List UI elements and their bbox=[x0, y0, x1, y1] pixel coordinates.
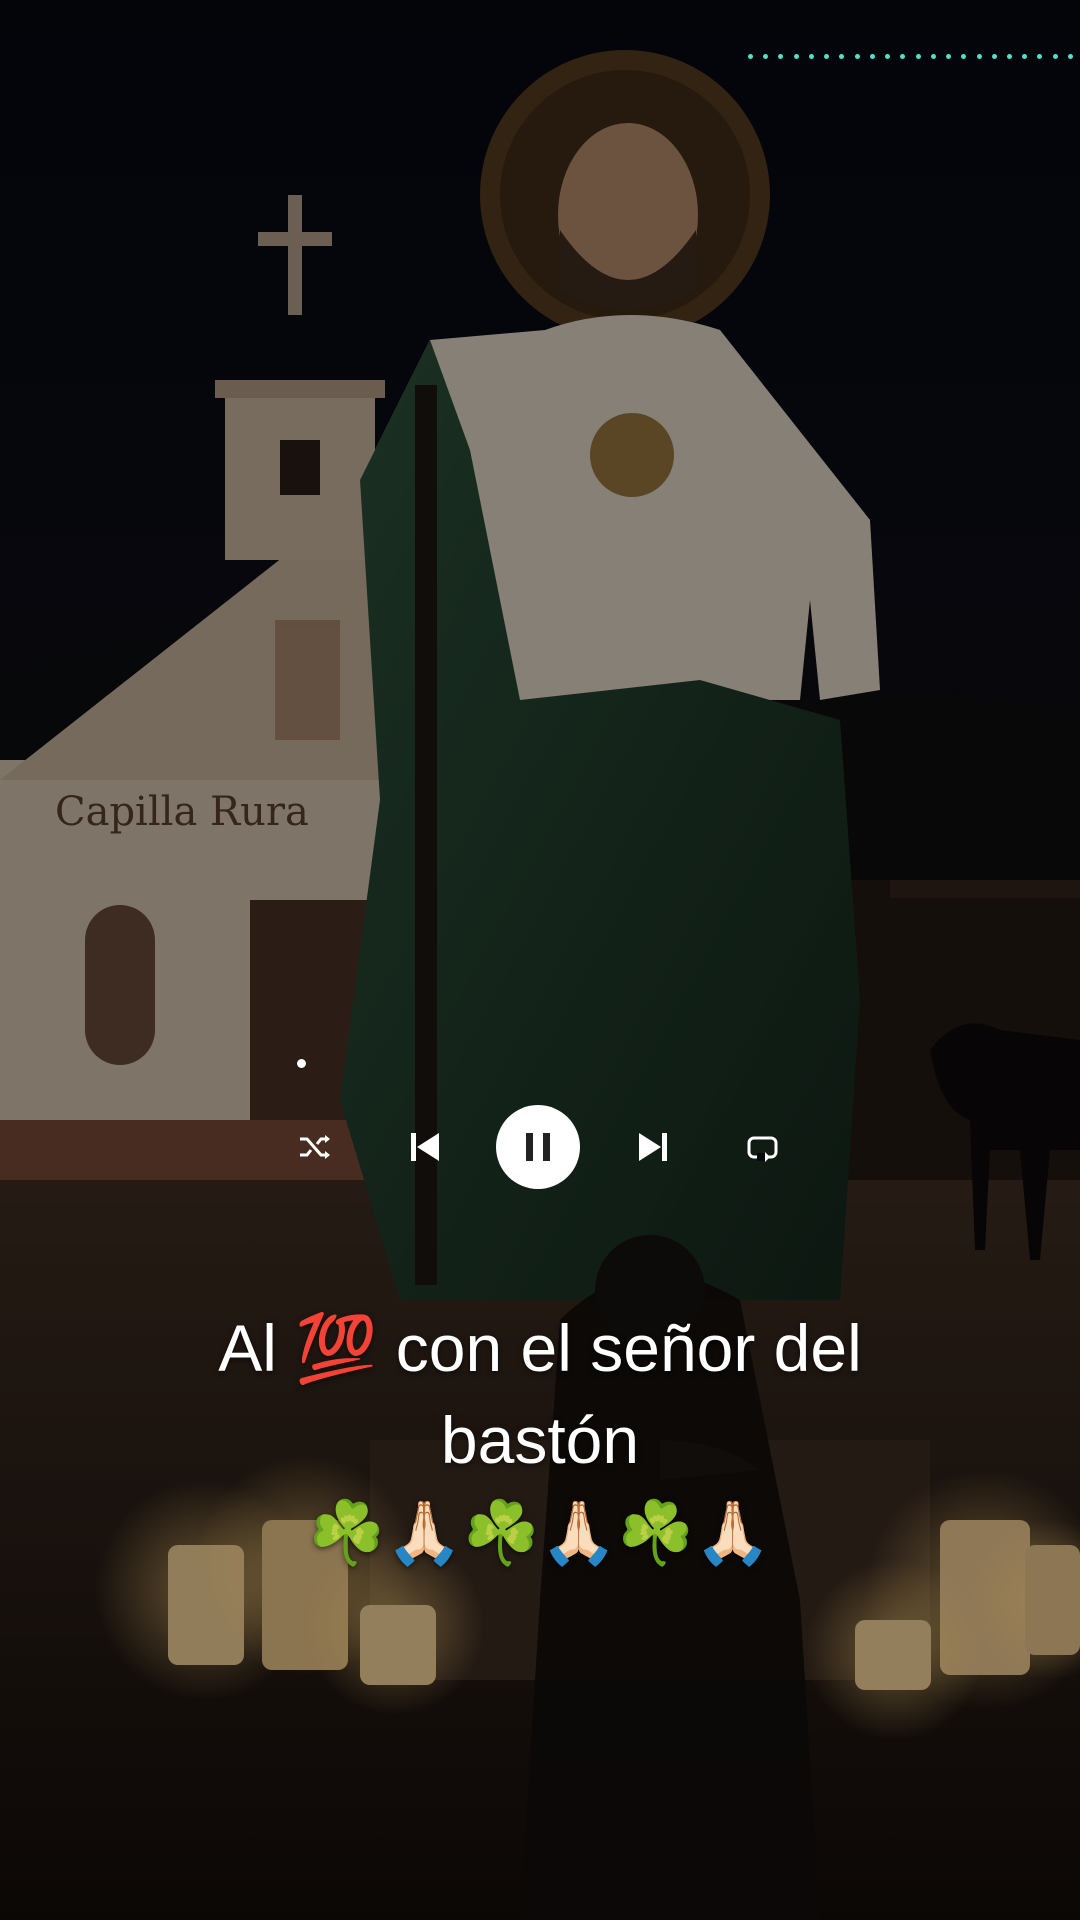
repeat-icon bbox=[747, 1136, 778, 1162]
progress-dot bbox=[885, 53, 891, 59]
progress-dot bbox=[824, 53, 830, 59]
progress-dot bbox=[854, 53, 860, 59]
shuffle-icon bbox=[300, 1135, 330, 1159]
progress-dot bbox=[900, 53, 906, 59]
progress-dot bbox=[991, 53, 997, 59]
progress-indicator bbox=[748, 50, 1073, 62]
progress-dot bbox=[1006, 53, 1012, 59]
caption-line-2: bastón bbox=[440, 1403, 640, 1477]
progress-dot bbox=[976, 53, 982, 59]
progress-dot bbox=[915, 53, 921, 59]
progress-dot bbox=[930, 53, 936, 59]
progress-dot bbox=[1052, 53, 1058, 59]
pause-button[interactable] bbox=[496, 1105, 580, 1189]
next-button[interactable] bbox=[628, 1127, 678, 1167]
video-screen[interactable]: Capilla Rura Al 💯 con el señor del bastó… bbox=[0, 0, 1080, 1920]
progress-dot bbox=[869, 53, 875, 59]
previous-button[interactable] bbox=[400, 1127, 450, 1167]
caption-emoji-line: ☘️🙏🏻☘️🙏🏻☘️🙏🏻 bbox=[308, 1496, 772, 1569]
shuffle-button[interactable] bbox=[290, 1127, 340, 1167]
skip-next-icon bbox=[639, 1133, 667, 1161]
repeat-button[interactable] bbox=[738, 1127, 788, 1167]
skip-previous-icon bbox=[411, 1133, 439, 1161]
progress-dot bbox=[839, 53, 845, 59]
progress-dot bbox=[748, 53, 753, 59]
progress-dot bbox=[1022, 53, 1028, 59]
background-scene: Capilla Rura bbox=[0, 0, 1080, 1920]
video-caption: Al 💯 con el señor del bastón ☘️🙏🏻☘️🙏🏻☘️🙏… bbox=[60, 1302, 1020, 1578]
progress-dot bbox=[808, 53, 814, 59]
pause-icon bbox=[526, 1133, 550, 1161]
scrubber-dot[interactable] bbox=[297, 1059, 306, 1068]
player-controls bbox=[290, 1105, 790, 1189]
caption-line-1: Al 💯 con el señor del bbox=[218, 1311, 862, 1385]
progress-dot bbox=[961, 53, 967, 59]
progress-dot bbox=[763, 53, 769, 59]
progress-dot bbox=[793, 53, 799, 59]
progress-dot bbox=[778, 53, 784, 59]
progress-dot bbox=[1067, 53, 1073, 59]
progress-dot bbox=[946, 53, 952, 59]
progress-dot bbox=[1037, 53, 1043, 59]
